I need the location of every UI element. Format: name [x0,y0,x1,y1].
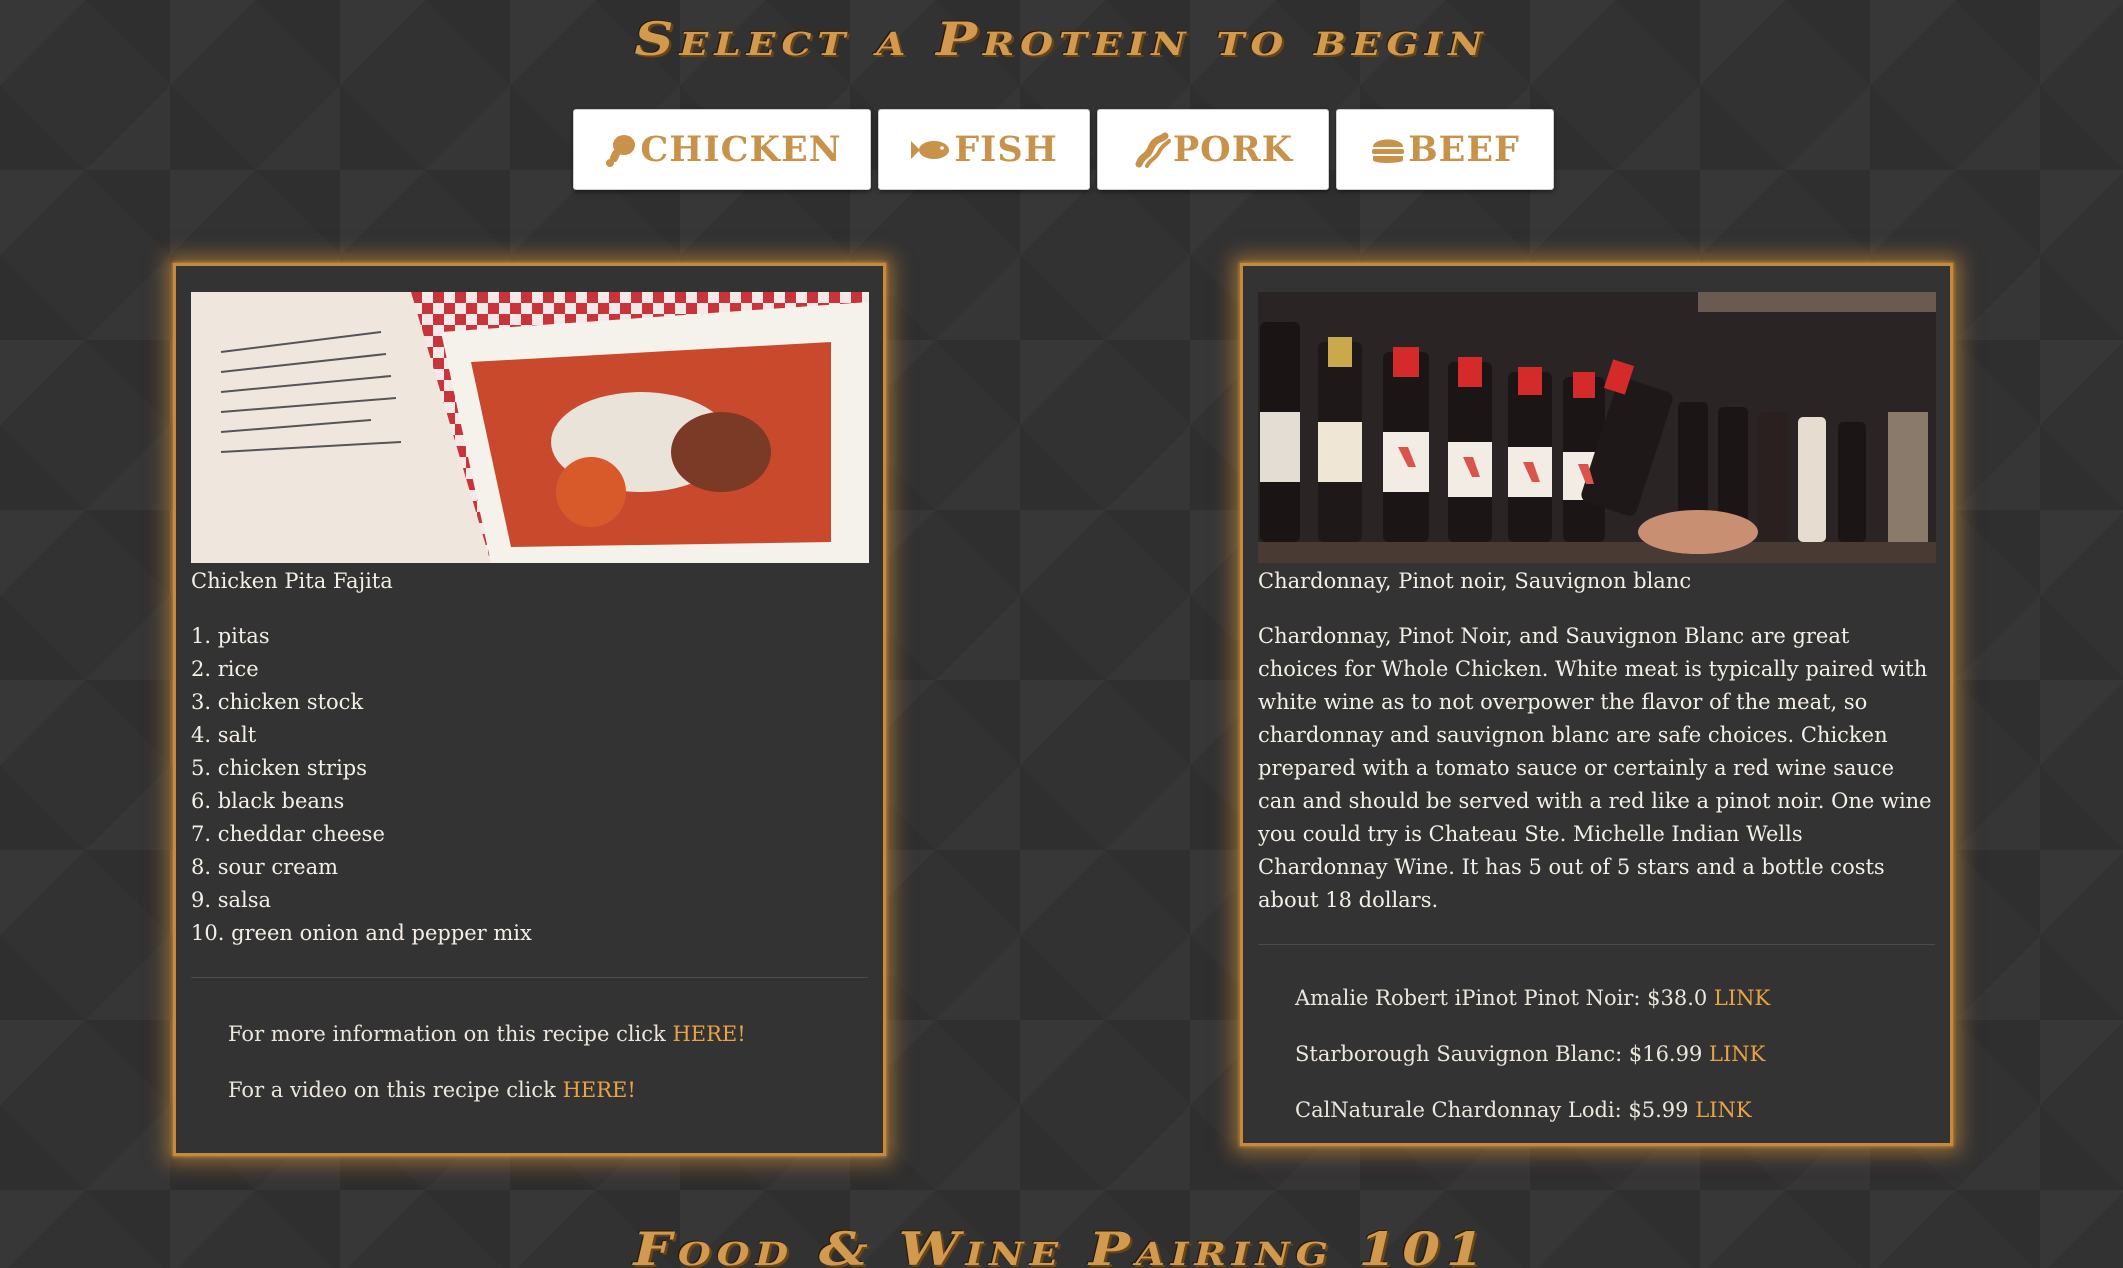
chicken-button[interactable]: CHICKEN [573,109,871,190]
wine-bottle-link[interactable]: LINK [1709,1042,1765,1066]
wine-bottle-text: CalNaturale Chardonnay Lodi: $5.99 [1295,1098,1689,1122]
wine-photo [1258,292,1936,563]
divider [191,977,868,978]
wine-description: Chardonnay, Pinot Noir, and Sauvignon Bl… [1258,624,1932,912]
list-item: 3. chicken stock [191,690,364,714]
wine-card: Chardonnay, Pinot noir, Sauvignon blanc … [1240,263,1953,1146]
fish-button-label: FISH [954,129,1058,170]
protein-selector: CHICKEN FISH PORK BEEF [573,109,1554,190]
wine-bottle-list: Amalie Robert iPinot Pinot Noir: $38.0 L… [1258,984,1935,1124]
list-item: 6. black beans [191,789,345,813]
video-text: For a video on this recipe click [228,1078,556,1102]
fish-button[interactable]: FISH [878,109,1090,190]
ingredient-list: 1. pitas 2. rice 3. chicken stock 4. sal… [191,620,868,950]
divider [1258,944,1935,945]
more-info-link[interactable]: HERE! [672,1022,745,1046]
list-item: 10. green onion and pepper mix [191,921,532,945]
recipe-name: Chicken Pita Fajita [191,569,393,593]
list-item: 2. rice [191,657,259,681]
wine-bottle-item: Starborough Sauvignon Blanc: $16.99 LINK [1295,1040,1935,1068]
wine-title: Chardonnay, Pinot noir, Sauvignon blanc [1258,569,1692,593]
burger-icon [1372,139,1405,163]
wine-bottle-link[interactable]: LINK [1695,1098,1751,1122]
beef-button-label: BEEF [1408,129,1520,170]
wine-bottle-link[interactable]: LINK [1714,986,1770,1010]
wine-bottle-text: Amalie Robert iPinot Pinot Noir: $38.0 [1295,986,1708,1010]
video-link[interactable]: HERE! [563,1078,636,1102]
wine-bottle-item: CalNaturale Chardonnay Lodi: $5.99 LINK [1295,1096,1935,1124]
list-item: 1. pitas [191,624,270,648]
list-item: 5. chicken strips [191,756,368,780]
beef-button[interactable]: BEEF [1336,109,1554,190]
recipe-photo [191,292,869,563]
wine-bottle-text: Starborough Sauvignon Blanc: $16.99 [1295,1042,1703,1066]
list-item: 4. salt [191,723,257,747]
pork-button[interactable]: PORK [1097,109,1329,190]
recipe-card: Chicken Pita Fajita 1. pitas 2. rice 3. … [173,263,886,1156]
recipe-links: For more information on this recipe clic… [191,1020,868,1104]
footer-title: Food & Wine Pairing 101 [633,1222,1490,1268]
chicken-button-label: CHICKEN [640,129,842,170]
pork-button-label: PORK [1172,129,1294,170]
list-item: 8. sour cream [191,855,339,879]
bacon-icon [1135,132,1171,168]
list-item: 9. salsa [191,888,272,912]
more-info-line: For more information on this recipe clic… [228,1020,868,1048]
page-title: Select a Protein to begin [634,12,1489,66]
drumstick-icon [606,134,636,167]
more-info-text: For more information on this recipe clic… [228,1022,666,1046]
wine-bottle-item: Amalie Robert iPinot Pinot Noir: $38.0 L… [1295,984,1935,1012]
fish-icon [911,140,950,159]
video-line: For a video on this recipe click HERE! [228,1076,868,1104]
list-item: 7. cheddar cheese [191,822,385,846]
